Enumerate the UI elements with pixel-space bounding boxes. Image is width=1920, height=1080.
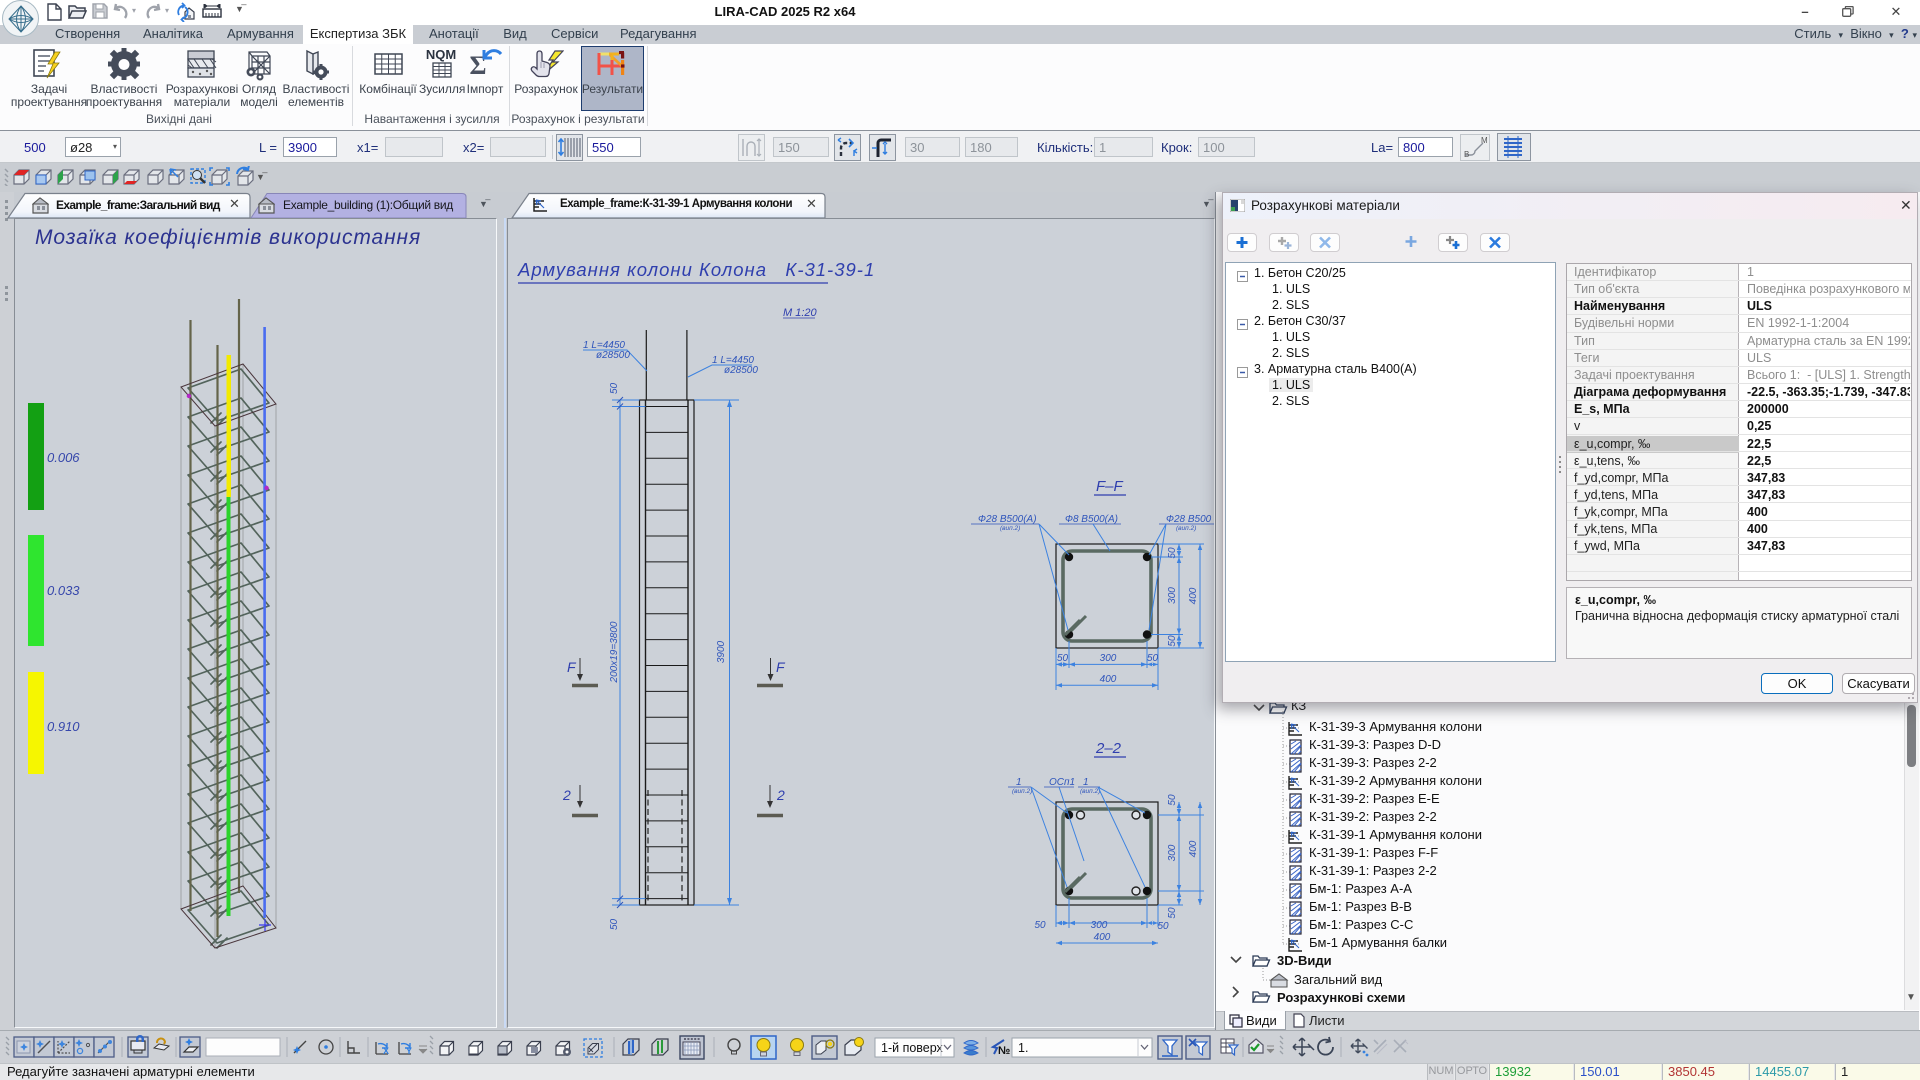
svg-text:№: №: [998, 1045, 1010, 1057]
svg-text:2: 2: [562, 787, 571, 803]
svg-text:0.033: 0.033: [47, 583, 80, 598]
svg-text:300: 300: [1167, 844, 1178, 861]
svg-text:300: 300: [1167, 587, 1178, 604]
svg-text:Y: Y: [406, 1046, 412, 1056]
svg-text:(вип.2): (вип.2): [1080, 788, 1100, 795]
svg-text:Ф28 В500(А): Ф28 В500(А): [978, 514, 1037, 525]
svg-text:ø28500: ø28500: [596, 350, 630, 361]
svg-text:(вип.2): (вип.2): [1012, 788, 1032, 795]
svg-text:ø28500: ø28500: [724, 365, 758, 376]
svg-text:300: 300: [1091, 920, 1108, 931]
svg-text:F–F: F–F: [1096, 478, 1124, 495]
svg-text:50: 50: [1167, 635, 1178, 647]
svg-text:200х19=3800: 200х19=3800: [609, 621, 620, 683]
svg-text:3900: 3900: [716, 640, 727, 663]
svg-text:1: 1: [1083, 777, 1089, 788]
svg-text:0.910: 0.910: [47, 719, 80, 734]
svg-text:1.: 1.: [1018, 1041, 1028, 1055]
svg-text:Ф8 В500(А): Ф8 В500(А): [1065, 514, 1118, 525]
svg-text:(вип.2): (вип.2): [1176, 525, 1196, 532]
svg-text:400: 400: [1188, 587, 1199, 604]
svg-text:M: M: [1481, 136, 1488, 145]
svg-text:NQM: NQM: [426, 48, 456, 62]
svg-text:F: F: [567, 659, 577, 675]
svg-text:(вип.2): (вип.2): [1000, 525, 1020, 532]
svg-text:50: 50: [609, 918, 620, 930]
svg-text:50: 50: [1167, 794, 1178, 806]
svg-text:400: 400: [1094, 932, 1111, 943]
svg-text:F: F: [776, 659, 786, 675]
svg-text:2–2: 2–2: [1095, 740, 1122, 757]
svg-text:50: 50: [1167, 547, 1178, 559]
svg-text:Мозаїка коефіцієнтів використа: Мозаїка коефіцієнтів використання: [35, 226, 421, 249]
svg-text:400: 400: [1188, 840, 1199, 857]
svg-text:0.006: 0.006: [47, 450, 80, 465]
svg-text:50: 50: [1157, 921, 1169, 932]
svg-text:50: 50: [1167, 907, 1178, 919]
svg-text:Ф28 В500: Ф28 В500: [1166, 514, 1212, 525]
svg-text:ОСп1: ОСп1: [1049, 777, 1075, 788]
svg-text:X: X: [383, 1046, 389, 1056]
svg-text:50: 50: [1034, 920, 1046, 931]
svg-text:1: 1: [1016, 777, 1022, 788]
svg-text:50: 50: [1147, 653, 1159, 664]
svg-text:300: 300: [1100, 653, 1117, 664]
svg-text:400: 400: [1100, 674, 1117, 685]
svg-text:М 1:20: М 1:20: [783, 307, 818, 319]
svg-text:B: B: [1464, 150, 1469, 159]
svg-text:1-й поверх: 1-й поверх: [881, 1041, 944, 1055]
svg-text:Армування колони Колона К-31: Армування колони Колона К-31-39-1: [517, 259, 875, 280]
svg-text:50: 50: [1057, 653, 1069, 664]
svg-text:2: 2: [776, 787, 785, 803]
svg-text:50: 50: [609, 382, 620, 394]
